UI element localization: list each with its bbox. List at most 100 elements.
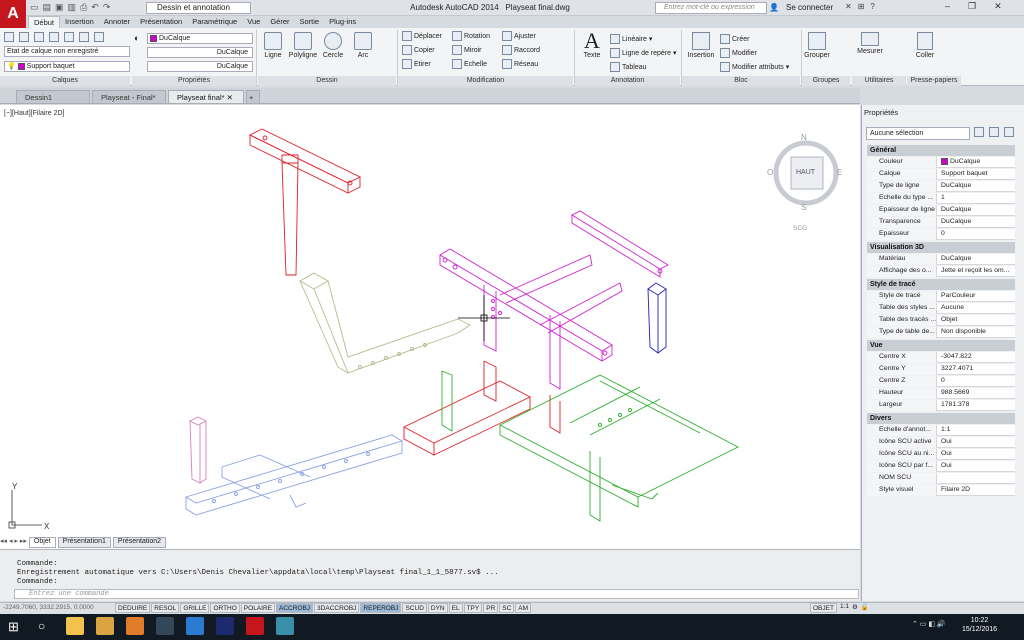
print-icon[interactable]: ⎙ <box>80 2 87 14</box>
ribbon-tab[interactable]: Annoter <box>99 16 135 28</box>
status-toggle[interactable]: SCUD <box>402 603 427 613</box>
property-value[interactable]: -3047.822 <box>939 352 1015 363</box>
drawing-canvas[interactable]: Y X <box>0 105 860 549</box>
status-toggle[interactable]: ACCROBJ <box>275 603 314 613</box>
status-toggle[interactable]: AM <box>515 603 532 613</box>
blue-post-part[interactable] <box>647 282 667 354</box>
windows-start-icon[interactable]: ⊞ <box>8 619 19 635</box>
lock-icon[interactable]: 🔒 <box>861 603 869 613</box>
modify-block-button[interactable]: Modifier <box>720 48 757 58</box>
property-value[interactable]: DuCalque <box>939 205 1015 216</box>
maximize-icon[interactable]: ❐ <box>968 1 976 12</box>
search-input[interactable]: Entrez mot-clé ou expression <box>655 2 767 14</box>
property-row[interactable]: Icône SCU par f... Oui <box>867 461 1015 472</box>
workspace-gear-icon[interactable]: ⚙ <box>852 603 858 613</box>
layer-match-icon[interactable] <box>94 32 104 42</box>
property-row[interactable]: Couleur DuCalque <box>867 157 1015 168</box>
status-toggle[interactable]: DEDUIRE <box>115 603 151 613</box>
open-icon[interactable]: ▤ <box>43 2 52 14</box>
panel-utilitaires-title[interactable]: Utilitaires <box>852 76 906 86</box>
layout-nav-icon[interactable]: ◂◂ ◂ ▸ ▸▸ <box>0 537 27 548</box>
status-toggle[interactable]: 3DACCROBJ <box>314 603 360 613</box>
property-value[interactable]: Objet <box>939 315 1015 326</box>
panel-groupes-title[interactable]: Groupes <box>802 76 850 86</box>
property-row[interactable]: Epaisseur 0 <box>867 229 1015 240</box>
redo-icon[interactable]: ↷ <box>103 2 111 14</box>
property-value[interactable]: 1 <box>939 193 1015 204</box>
red-frame-part[interactable] <box>248 128 362 276</box>
status-toggle[interactable]: ORTHO <box>210 603 240 613</box>
select-objects-icon[interactable] <box>989 127 999 137</box>
modify-tool-button[interactable]: Raccord <box>502 45 540 55</box>
property-row[interactable]: NOM SCU <box>867 473 1015 484</box>
panel-annotation-title[interactable]: Annotation <box>575 76 680 86</box>
property-value[interactable]: Non disponible <box>939 327 1015 338</box>
property-row[interactable]: Table des styles ... Aucune <box>867 303 1015 314</box>
undo-icon[interactable]: ↶ <box>91 2 99 14</box>
linetype-select[interactable]: DuCalque <box>147 47 253 58</box>
draw-tool-button[interactable]: Cercle <box>318 32 348 59</box>
close-tab-icon[interactable]: ✕ <box>227 93 233 102</box>
viewcube-north[interactable]: N <box>801 133 807 142</box>
property-value[interactable] <box>939 473 1015 484</box>
modify-tool-button[interactable]: Déplacer <box>402 31 442 41</box>
lineweight-select[interactable]: DuCalque <box>147 61 253 72</box>
save-icon[interactable]: ▣ <box>55 2 64 14</box>
status-toggle[interactable]: SC <box>499 603 515 613</box>
app-store-icon[interactable]: ⊞ <box>858 2 865 11</box>
status-toggle[interactable]: EL <box>448 603 463 613</box>
modify-tool-button[interactable]: Réseau <box>502 59 538 69</box>
property-value[interactable]: DuCalque <box>939 217 1015 228</box>
layout-tab-2[interactable]: Présentation2 <box>112 537 167 548</box>
group-button[interactable]: Grouper <box>802 32 832 59</box>
ribbon-tab[interactable]: Insertion <box>60 16 99 28</box>
ribbon-tab[interactable]: Plug-ins <box>324 16 361 28</box>
coordinates-readout[interactable]: -2249.7060, 3332.2915, 0.0000 <box>3 604 94 611</box>
user-icon[interactable]: 👤 <box>769 3 779 12</box>
folder-icon[interactable] <box>96 617 114 635</box>
property-section-header[interactable]: Visualisation 3D <box>867 242 1015 253</box>
magenta-frame-part[interactable] <box>439 210 669 390</box>
panel-bloc-title[interactable]: Bloc <box>682 76 800 86</box>
property-row[interactable]: Matériau DuCalque <box>867 254 1015 265</box>
property-value[interactable]: 988.5669 <box>939 388 1015 399</box>
save-as-icon[interactable]: ▥ <box>68 2 77 14</box>
text-tool-button[interactable]: A Texte <box>580 30 604 60</box>
linear-dim-button[interactable]: Linéaire ▾ <box>610 34 652 44</box>
property-value[interactable]: 1781.378 <box>939 400 1015 411</box>
insert-block-button[interactable]: Insertion <box>684 32 718 59</box>
app-icon[interactable] <box>216 617 234 635</box>
status-toggle[interactable]: REPEROBJ <box>360 603 402 613</box>
new-icon[interactable]: ▭ <box>30 2 39 14</box>
annotation-scale[interactable]: 1:1 <box>840 603 849 613</box>
layer-lock-icon[interactable] <box>64 32 74 42</box>
current-layer-select[interactable]: 💡 Support baquet <box>4 61 130 72</box>
close-icon[interactable]: ✕ <box>994 1 1002 12</box>
property-value[interactable]: 0 <box>939 376 1015 387</box>
property-value[interactable]: Oui <box>939 461 1015 472</box>
new-tab-button[interactable]: + <box>246 90 260 104</box>
status-toggle[interactable]: TPY <box>463 603 483 613</box>
status-toggle[interactable]: DYN <box>427 603 448 613</box>
seat-support-part[interactable] <box>299 272 471 374</box>
property-value[interactable]: ParCouleur <box>939 291 1015 302</box>
property-value[interactable]: 3227.4071 <box>939 364 1015 375</box>
draw-tool-button[interactable]: Arc <box>348 32 378 59</box>
modify-tool-button[interactable]: Etirer <box>402 59 431 69</box>
layer-freeze-icon[interactable] <box>34 32 44 42</box>
property-row[interactable]: Icône SCU active Oui <box>867 437 1015 448</box>
property-row[interactable]: Type de table de... Non disponible <box>867 327 1015 338</box>
property-row[interactable]: Echelle d'annot... 1:1 <box>867 425 1015 436</box>
quick-select-icon[interactable] <box>1004 127 1014 137</box>
minimize-icon[interactable]: – <box>945 1 950 12</box>
selection-select[interactable]: Aucune sélection <box>866 127 970 140</box>
property-row[interactable]: Centre Y 3227.4071 <box>867 364 1015 375</box>
layer-state-icon[interactable] <box>19 32 29 42</box>
property-value[interactable]: Filaire 2D <box>939 485 1015 496</box>
toggle-pickadd-icon[interactable] <box>974 127 984 137</box>
pedal-rail-part[interactable] <box>184 434 404 516</box>
drawing-area[interactable]: [−][Haut][Filaire 2D] Y X N S E O HAUT S… <box>0 105 860 549</box>
viewcube-west[interactable]: O <box>767 168 773 177</box>
status-toggle[interactable]: GRILLE <box>180 603 210 613</box>
layer-off-icon[interactable] <box>49 32 59 42</box>
